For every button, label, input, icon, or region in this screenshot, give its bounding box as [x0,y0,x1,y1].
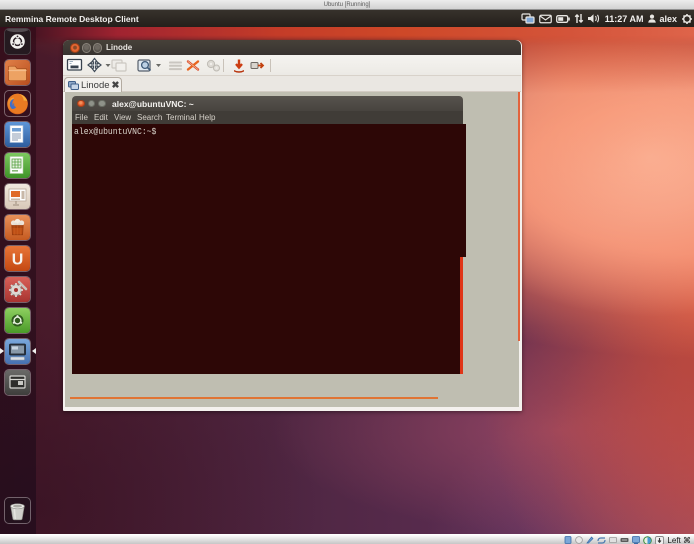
svg-text:U: U [12,252,24,269]
